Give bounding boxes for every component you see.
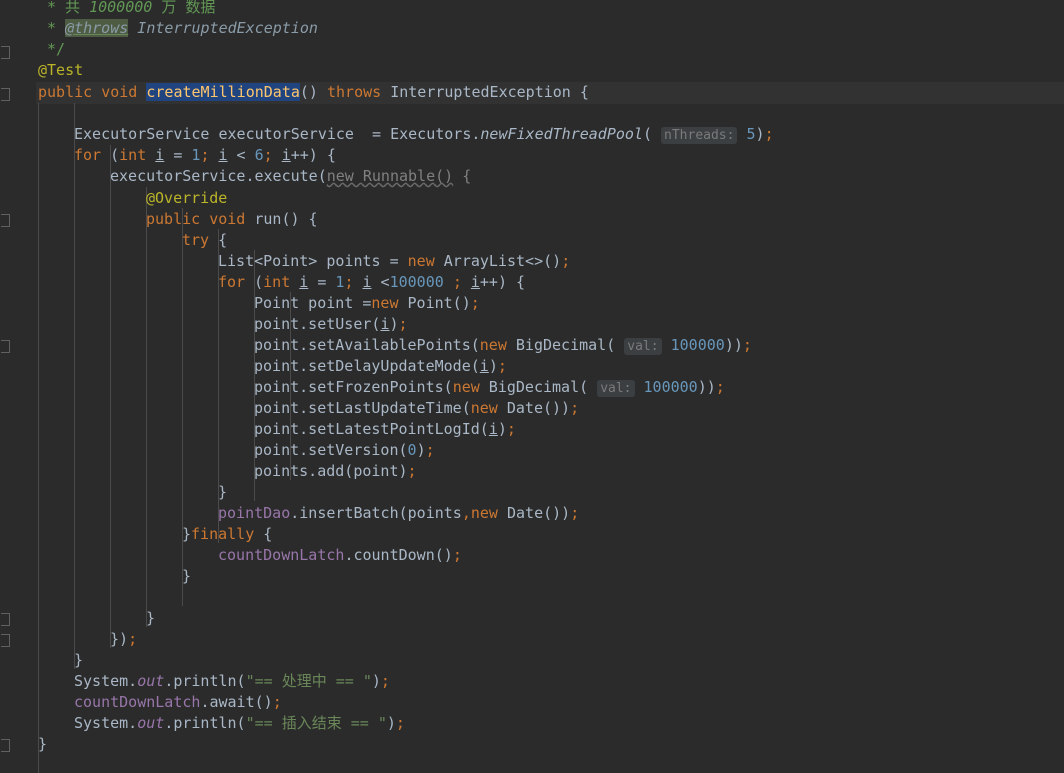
javadoc-comment: 万 数据: [152, 0, 216, 16]
fold-marker[interactable]: [1, 613, 10, 626]
fold-marker[interactable]: [1, 634, 10, 647]
keyword-void: void: [101, 83, 138, 101]
code-line[interactable]: point.setVersion(0);: [254, 440, 435, 461]
set-frozen-points-call: point.setFrozenPoints(: [254, 378, 453, 396]
code-line[interactable]: System.out.println("== 处理中 == ");: [74, 671, 390, 692]
code-line[interactable]: }: [218, 482, 227, 503]
code-line[interactable]: }: [146, 608, 155, 629]
indent-guide: [110, 145, 111, 648]
set-user-call: point.setUser(: [254, 315, 381, 333]
static-method-call: newFixedThreadPool: [480, 125, 643, 143]
fold-marker[interactable]: [1, 739, 10, 752]
javadoc-comment: * 共: [47, 0, 90, 16]
set-last-update-time-call: point.setLastUpdateTime(: [254, 399, 471, 417]
number-literal: 5: [746, 125, 756, 143]
inlay-hint-val: val:: [597, 380, 635, 397]
set-version-call: point.setVersion(: [254, 441, 408, 459]
set-delay-update-mode-call: point.setDelayUpdateMode(: [254, 357, 480, 375]
string-processing: "== 处理中 == ": [245, 672, 372, 690]
code-line[interactable]: point.setLatestPointLogId(i);: [254, 419, 516, 440]
code-line[interactable]: point.setUser(i);: [254, 314, 408, 335]
keyword-public: public: [38, 83, 93, 101]
closing-brace: }: [182, 567, 192, 585]
code-line[interactable]: System.out.println("== 插入结束 == ");: [74, 713, 405, 734]
points-add-call: points.add(point): [254, 462, 408, 480]
code-line[interactable]: points.add(point);: [254, 461, 417, 482]
code-line[interactable]: public void createMillionData() throws I…: [38, 82, 589, 103]
keyword-finally: finally: [191, 525, 255, 543]
editor-gutter[interactable]: [0, 0, 36, 773]
code-line[interactable]: point.setFrozenPoints(new BigDecimal( va…: [254, 377, 725, 398]
set-available-points-call: point.setAvailablePoints(: [254, 336, 480, 354]
code-line[interactable]: point.setLastUpdateTime(new Date());: [254, 398, 579, 419]
code-line[interactable]: countDownLatch.await();: [74, 692, 282, 713]
latch-field: countDownLatch: [74, 693, 201, 711]
keyword-new: new: [407, 252, 435, 270]
code-line[interactable]: }: [182, 566, 191, 587]
code-line[interactable]: */: [47, 39, 65, 60]
code-line[interactable]: }: [74, 650, 83, 671]
set-latest-point-log-id-call: point.setLatestPointLogId(: [254, 420, 489, 438]
code-line[interactable]: for (int i = 1; i < 6; i++) {: [74, 145, 336, 166]
fold-marker[interactable]: [1, 88, 10, 101]
code-line[interactable]: for (int i = 1; i <100000 ; i++) {: [218, 272, 525, 293]
code-line[interactable]: * 共 1000000 万 数据: [47, 0, 215, 18]
keyword-int: int: [119, 146, 147, 164]
code-line[interactable]: });: [110, 629, 137, 650]
code-line[interactable]: try {: [182, 230, 227, 251]
indent-guide: [38, 103, 39, 773]
indent-guide: [74, 103, 75, 669]
code-line[interactable]: }finally {: [182, 524, 272, 545]
system-out-field: out: [137, 672, 165, 690]
annotation-override[interactable]: @Override: [146, 189, 227, 207]
code-line[interactable]: countDownLatch.countDown();: [218, 545, 462, 566]
code-line[interactable]: List<Point> points = new ArrayList<>();: [218, 251, 570, 272]
fold-marker[interactable]: [1, 340, 10, 353]
method-closing-brace: }: [38, 735, 48, 753]
fold-marker[interactable]: [1, 214, 10, 227]
code-line[interactable]: * @throws InterruptedException: [47, 18, 318, 39]
anonymous-runnable-warning: new Runnable(): [326, 167, 454, 185]
code-line[interactable]: ExecutorService executorService = Execut…: [74, 124, 774, 145]
code-editor[interactable]: * 共 1000000 万 数据 * @throws InterruptedEx…: [0, 0, 1064, 773]
loop-var: i: [218, 146, 228, 164]
annotation-test[interactable]: @Test: [38, 61, 83, 79]
inner-loop-bound: 100000: [389, 273, 444, 291]
exception-type: InterruptedException {: [381, 83, 589, 101]
javadoc-type-ref: InterruptedException: [128, 19, 318, 37]
method-name-selection[interactable]: createMillionData: [146, 83, 300, 101]
code-line[interactable]: point.setAvailablePoints(new BigDecimal(…: [254, 335, 752, 356]
code-line[interactable]: @Test: [38, 60, 83, 81]
dao-field: pointDao: [218, 504, 291, 522]
javadoc-count: 1000000: [89, 0, 153, 16]
code-line[interactable]: executorService.execute(new Runnable() {: [110, 166, 471, 187]
javadoc-comment: *: [47, 19, 66, 37]
loop-var: i: [281, 146, 291, 164]
latch-field: countDownLatch: [218, 546, 345, 564]
indent-guide: [146, 187, 147, 627]
inlay-hint-nthreads: nThreads:: [661, 127, 738, 144]
closing-brace: }: [146, 609, 156, 627]
string-finished: "== 插入结束 == ": [245, 714, 387, 732]
fold-marker[interactable]: [1, 46, 10, 59]
loop-var: i: [155, 146, 165, 164]
run-method: run() {: [245, 210, 318, 228]
keyword-for: for: [74, 146, 102, 164]
javadoc-comment-end: */: [47, 40, 66, 58]
code-line[interactable]: public void run() {: [146, 209, 318, 230]
code-line[interactable]: }: [38, 734, 47, 755]
keyword-try: try: [182, 231, 210, 249]
inlay-hint-val: val:: [624, 338, 662, 355]
indent-guide: [182, 208, 183, 606]
closing-brace: }: [74, 651, 84, 669]
code-line[interactable]: pointDao.insertBatch(points,new Date());: [218, 503, 579, 524]
code-line[interactable]: Point point =new Point();: [254, 293, 480, 314]
code-line[interactable]: point.setDelayUpdateMode(i);: [254, 356, 507, 377]
closing-brace: }: [218, 483, 228, 501]
keyword-throws: throws: [327, 83, 382, 101]
javadoc-throws-tag: @throws: [65, 19, 129, 37]
code-line[interactable]: @Override: [146, 188, 227, 209]
system-out-field: out: [137, 714, 165, 732]
